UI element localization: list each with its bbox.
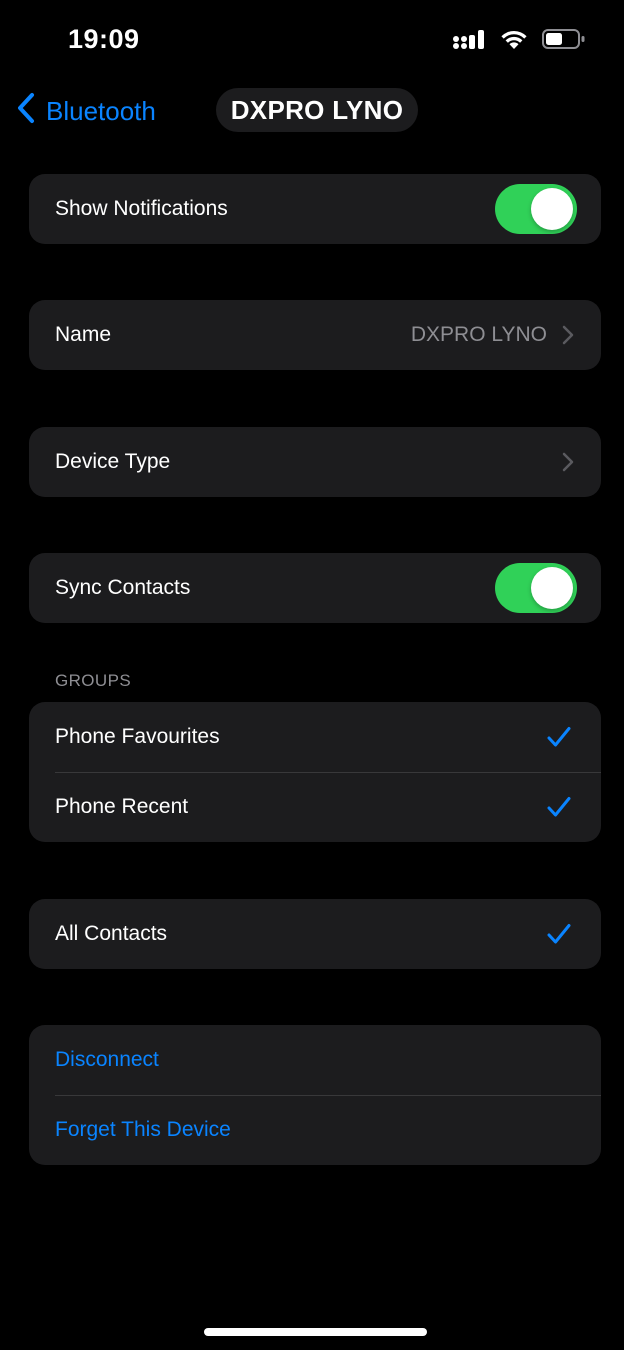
status-bar: 19:09 [0, 0, 624, 84]
back-button[interactable]: Bluetooth [16, 92, 156, 131]
cellular-signal-icon [452, 28, 486, 55]
disconnect-button[interactable]: Disconnect [29, 1025, 601, 1095]
name-label: Name [55, 323, 112, 346]
sync-contacts-label: Sync Contacts [55, 576, 191, 599]
battery-icon [542, 28, 586, 55]
notifications-group: Show Notifications [29, 174, 601, 244]
name-group: Name DXPRO LYNO [29, 300, 601, 370]
sync-contacts-row: Sync Contacts [29, 553, 601, 623]
device-actions-group: Disconnect Forget This Device [29, 1025, 601, 1165]
groups-list: Phone Favourites Phone Recent [29, 702, 601, 842]
chevron-right-icon [561, 325, 575, 345]
chevron-right-icon [561, 452, 575, 472]
device-type-row[interactable]: Device Type [29, 427, 601, 497]
wifi-icon [500, 28, 528, 55]
list-item-phone-recent[interactable]: Phone Recent [29, 772, 601, 842]
page-title: DXPRO LYNO [230, 94, 404, 125]
toggle-knob [531, 567, 573, 609]
device-type-label: Device Type [55, 450, 171, 473]
chevron-left-icon [16, 92, 36, 131]
all-contacts-label: All Contacts [55, 922, 168, 945]
groups-section-header: GROUPS [55, 671, 132, 690]
status-icons [452, 28, 586, 55]
checkmark-icon [547, 726, 571, 748]
sync-contacts-group: Sync Contacts [29, 553, 601, 623]
back-label: Bluetooth [46, 96, 156, 126]
show-notifications-label: Show Notifications [55, 197, 228, 220]
toggle-knob [531, 188, 573, 230]
disconnect-label: Disconnect [55, 1048, 159, 1071]
checkmark-icon [547, 796, 571, 818]
name-value: DXPRO LYNO [410, 323, 547, 346]
show-notifications-row: Show Notifications [29, 174, 601, 244]
all-contacts-group: All Contacts [29, 899, 601, 969]
sync-contacts-toggle[interactable] [495, 563, 577, 613]
list-item-label: Phone Favourites [55, 725, 220, 748]
name-row[interactable]: Name DXPRO LYNO [29, 300, 601, 370]
device-type-group: Device Type [29, 427, 601, 497]
nav-bar: Bluetooth DXPRO LYNO [0, 84, 624, 140]
all-contacts-row[interactable]: All Contacts [29, 899, 601, 969]
show-notifications-toggle[interactable] [495, 184, 577, 234]
nav-title-container: DXPRO LYNO [216, 88, 418, 132]
home-indicator[interactable] [204, 1328, 427, 1336]
forget-device-button[interactable]: Forget This Device [29, 1095, 601, 1165]
checkmark-icon [547, 923, 571, 945]
status-time: 19:09 [68, 24, 140, 54]
list-item-label: Phone Recent [55, 795, 189, 818]
forget-device-label: Forget This Device [55, 1118, 231, 1141]
list-item-phone-favourites[interactable]: Phone Favourites [29, 702, 601, 772]
